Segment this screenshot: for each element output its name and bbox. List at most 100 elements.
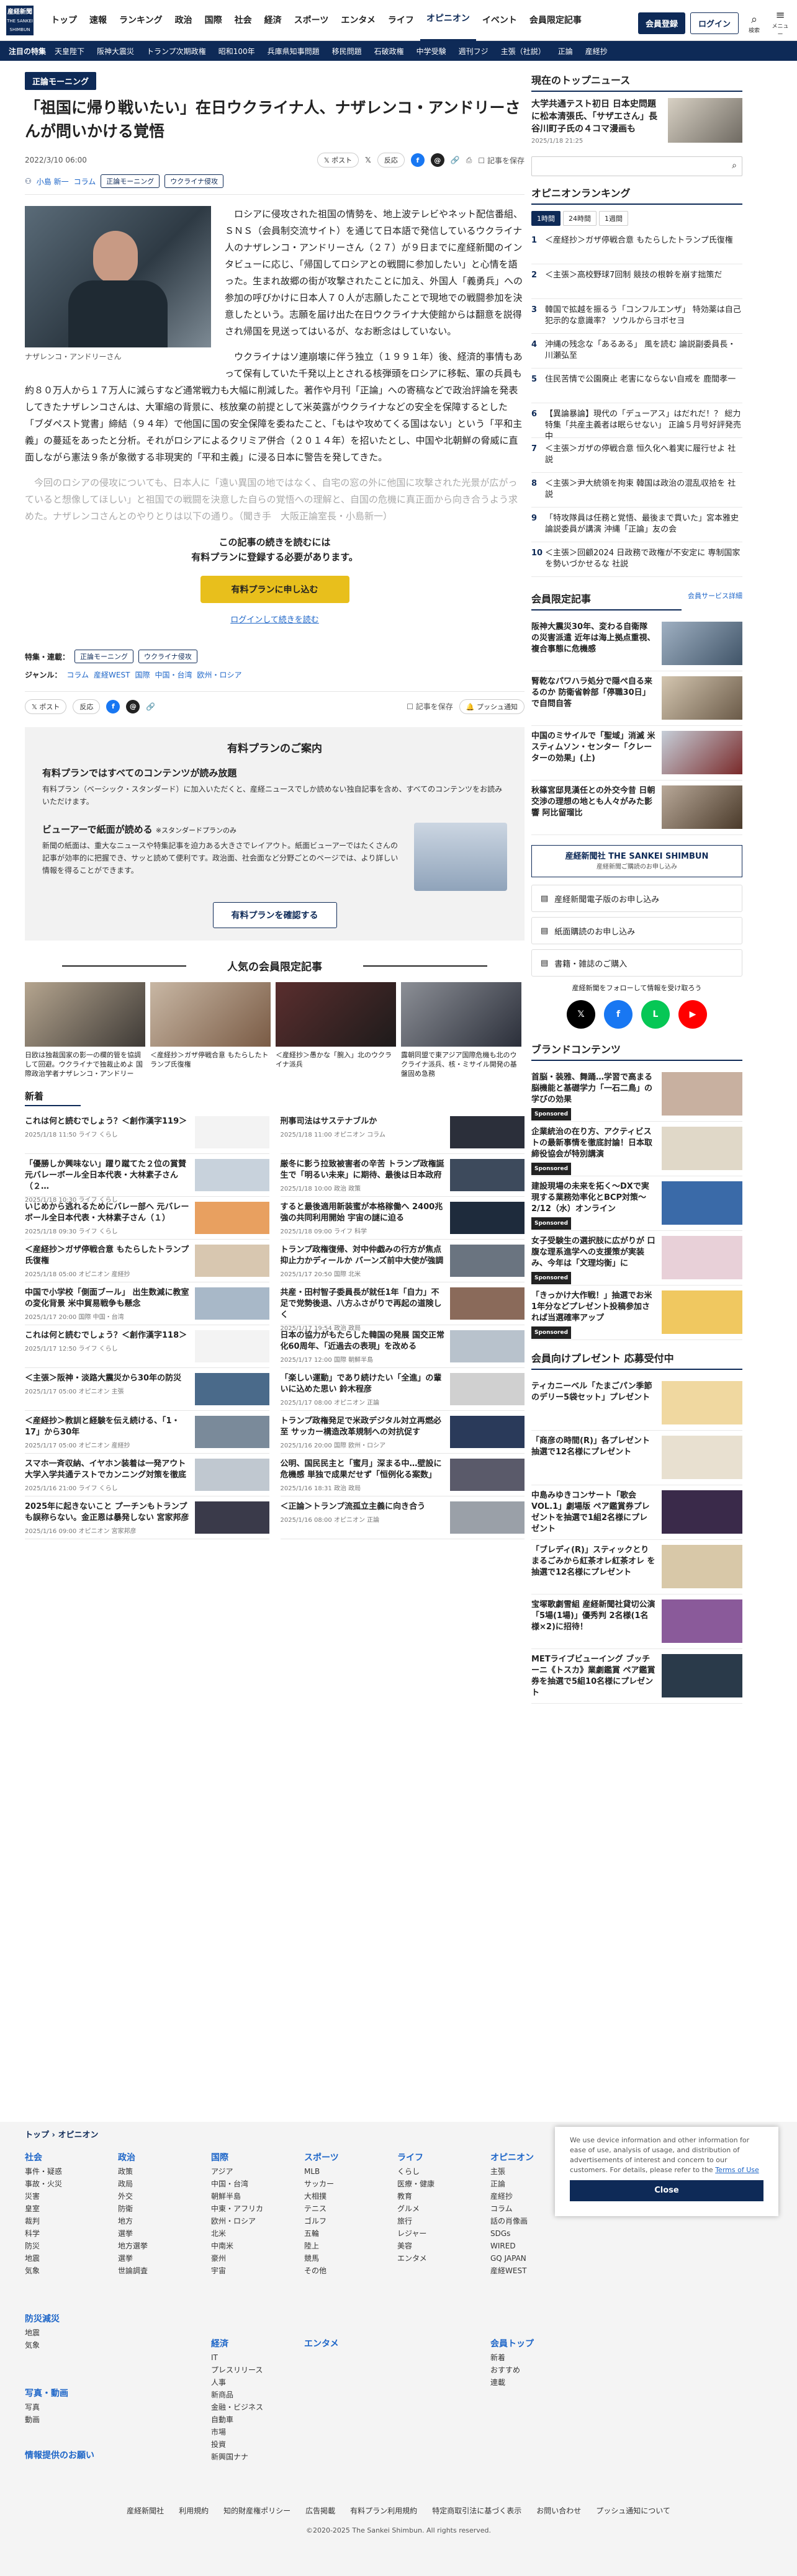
topic-nav-item-9[interactable]: 週刊フジ: [459, 46, 489, 56]
service-link-0[interactable]: ▤ 産経新聞電子版のお申し込み: [531, 885, 742, 912]
footer-link[interactable]: 政策: [118, 2165, 148, 2178]
nav-item-7[interactable]: スポーツ: [288, 0, 335, 41]
footer-col-title[interactable]: 経済: [211, 2338, 263, 2350]
ranking-tab-1[interactable]: 24時間: [563, 211, 597, 226]
footer-col-title[interactable]: 会員トップ: [490, 2338, 534, 2350]
ranking-item[interactable]: 1 ＜産経抄＞ガザ停戦合意 もたらしたトランプ氏復権: [531, 230, 742, 264]
topic-nav-item-1[interactable]: 天皇陛下: [55, 46, 84, 56]
footer-link[interactable]: 五輪: [304, 2227, 339, 2240]
ranking-item[interactable]: 4 沖縄の残念な「あるある」 風を読む 論説副委員長・川瀬弘至: [531, 334, 742, 369]
footer-link[interactable]: 防災: [25, 2240, 62, 2252]
popular-item[interactable]: ＜産経抄＞愚かな「腕入」北のウクライナ派兵: [276, 982, 396, 1078]
footer-link[interactable]: 災害: [25, 2190, 62, 2203]
news-item[interactable]: 2025年に起きないこと プーチンもトランプも誤称らない。金正恩は暴発しない 宮…: [25, 1496, 269, 1539]
news-item[interactable]: トランプ政権発足で米政デジタル対立再燃必至 サッカー構造改革規制への対抗促す 20…: [280, 1411, 525, 1454]
footer-link[interactable]: 地方選挙: [118, 2240, 148, 2252]
footer-link[interactable]: GQ JAPAN: [490, 2252, 534, 2265]
news-item[interactable]: ＜正論＞トランプ流孤立主義に向き合う 2025/1/16 08:00 オピニオン …: [280, 1496, 525, 1539]
footer-link[interactable]: 防衛: [118, 2203, 148, 2215]
footer-link[interactable]: アジア: [211, 2165, 263, 2178]
footer-link[interactable]: 話の肖像画: [490, 2215, 534, 2227]
footer-col-title[interactable]: ライフ: [397, 2152, 435, 2164]
genre-link-0[interactable]: コラム: [66, 669, 89, 680]
footer-link[interactable]: ゴルフ: [304, 2215, 339, 2227]
nav-item-0[interactable]: トップ: [45, 0, 83, 41]
footer-link[interactable]: その他: [304, 2265, 339, 2277]
login-continue-link[interactable]: ログインして続きを読む: [25, 613, 525, 625]
footer-link[interactable]: 連載: [490, 2376, 534, 2389]
footer-link[interactable]: 選挙: [118, 2227, 148, 2240]
genre-link-3[interactable]: 中国・台湾: [155, 669, 192, 680]
footer-link[interactable]: くらし: [397, 2165, 435, 2178]
footer-link[interactable]: 主張: [490, 2165, 534, 2178]
nav-item-8[interactable]: エンタメ: [335, 0, 382, 41]
feature-tag-1[interactable]: ウクライナ侵攻: [138, 650, 197, 663]
news-item[interactable]: ＜主張＞阪神・淡路大震災から30年の防災 2025/1/17 05:00 オピニオ…: [25, 1368, 269, 1411]
x-post-button-bottom[interactable]: 𝕏 ポスト: [25, 699, 67, 714]
save-article-button-bottom[interactable]: ☐ 記事を保存: [407, 701, 453, 712]
footer-link[interactable]: 選挙: [118, 2252, 148, 2265]
service-link-1[interactable]: ▤ 紙面購読のお申し込み: [531, 917, 742, 944]
ranking-item[interactable]: 5 住民苦情で公園廃止 老害にならない自戒を 鹿間孝一: [531, 369, 742, 403]
footer-link[interactable]: プレスリリース: [211, 2364, 263, 2376]
news-item[interactable]: スマホ一斉収納、イヤホン装着は一発アウト 大学入学共通テストでカンニング対策を徹…: [25, 1454, 269, 1496]
member-item[interactable]: 秋篠宮邸見漢任との外交今昔 日朝交渉の理想の地とも人々がみた影響 阿比留瑠比: [531, 780, 742, 835]
reaction-button-bottom[interactable]: 反応: [73, 699, 101, 714]
top-news-item[interactable]: 大学共通テスト初日 日本史問題に松本清張氏、「サザエさん」長谷川町子氏の４コマ漫…: [531, 98, 742, 148]
news-item[interactable]: これは何と読むでしょう？＜創作漢字118＞ 2025/1/17 12:50 ライフ…: [25, 1325, 269, 1368]
feature-tag-0[interactable]: 正論モーニング: [74, 650, 134, 663]
ranking-item[interactable]: 9 「特攻隊員は任務と覚悟、最後まで貫いた」宮本雅史論説委員が講演 沖縄「正論」友…: [531, 508, 742, 542]
threads-icon-bottom[interactable]: @: [126, 699, 140, 713]
x-post-button[interactable]: 𝕏 ポスト: [317, 153, 359, 168]
news-item[interactable]: 公明、国民民主と「蜜月」深まる中…壁設に危機感 単独で成果だせず「恒例化る案数」…: [280, 1454, 525, 1496]
footer-link[interactable]: 市場: [211, 2426, 263, 2438]
footer-link[interactable]: 新商品: [211, 2389, 263, 2401]
topic-nav-item-12[interactable]: 産経抄: [585, 46, 608, 56]
news-item[interactable]: 刑事司法はサステナブルか 2025/1/18 11:00 オピニオン コラム: [280, 1111, 525, 1154]
youtube-follow-icon[interactable]: ▶: [678, 1000, 707, 1029]
footer-link[interactable]: 正論: [490, 2178, 534, 2190]
site-logo[interactable]: 産経新聞 THE SANKEI SHIMBUN: [6, 5, 34, 35]
ranking-item[interactable]: 2 ＜主張＞高校野球7回制 競技の根幹を崩す拙策だ: [531, 264, 742, 299]
news-item[interactable]: 中国で小学校「側面ブール」 出生数減に教室の変化背景 米中貿易戦争も懸念 2025…: [25, 1282, 269, 1325]
topic-nav-item-10[interactable]: 主張（社説）: [501, 46, 546, 56]
present-item[interactable]: METライブビューイング ブッチーニ《トスカ》業劇鑑賞 ペア鑑賞券を抽選で5組1…: [531, 1649, 742, 1704]
register-button[interactable]: 会員登録: [637, 12, 685, 34]
push-notification-button[interactable]: 🔔 プッシュ通知: [459, 699, 525, 714]
footer-link[interactable]: 朝鮮半島: [211, 2190, 263, 2203]
topic-nav-item-11[interactable]: 正論: [558, 46, 573, 56]
popular-item[interactable]: 日欧は独裁国家の影一の欄的管を協調して回避。ウクライナで独裁止めよ 国際政治学者…: [25, 982, 145, 1078]
footer-bottom-link-4[interactable]: 有料プラン利用規約: [350, 2505, 417, 2516]
author-section[interactable]: コラム: [74, 176, 96, 187]
nav-item-11[interactable]: イベント: [476, 0, 523, 41]
author-name[interactable]: 小島 新一: [37, 176, 69, 187]
ranking-tab-2[interactable]: 1週間: [599, 211, 628, 226]
footer-link[interactable]: 気象: [25, 2339, 60, 2351]
footer-link[interactable]: IT: [211, 2351, 263, 2364]
footer-link[interactable]: 中東・アフリカ: [211, 2203, 263, 2215]
check-plan-button[interactable]: 有料プランを確認する: [212, 902, 337, 928]
threads-icon[interactable]: @: [430, 153, 444, 167]
footer-breadcrumb[interactable]: トップ › オピニオン: [25, 2128, 98, 2140]
footer-link[interactable]: 政局: [118, 2178, 148, 2190]
ranking-item[interactable]: 3 韓国で拡越を振るう「コンフルエンザ」 特効薬は自己犯示的な意識率？ ソウルから…: [531, 299, 742, 334]
genre-link-4[interactable]: 欧州・ロシア: [197, 669, 241, 680]
footer-link[interactable]: サッカー: [304, 2178, 339, 2190]
footer-bottom-link-2[interactable]: 知的財産権ポリシー: [223, 2505, 290, 2516]
brand-item[interactable]: 「きっかけ大作戦！」抽選でお米1年分などプレゼント投稿参加されば当選確率アップ S…: [531, 1286, 742, 1340]
footer-link[interactable]: 投資: [211, 2438, 263, 2451]
line-follow-icon[interactable]: L: [641, 1000, 670, 1029]
member-item[interactable]: 中国のミサイルで「聖域」消滅 米スティムソン・センター「クレーターの効果」(上): [531, 726, 742, 780]
footer-link[interactable]: グルメ: [397, 2203, 435, 2215]
brand-item[interactable]: 建設現場の未来を拓く〜DXで実現する業務効率化とBCP対策〜 2/12（水）オン…: [531, 1176, 742, 1231]
nav-item-4[interactable]: 国際: [199, 0, 228, 41]
footer-link[interactable]: 美容: [397, 2240, 435, 2252]
brand-item[interactable]: 女子受験生の選択肢に広がりが 口腹な理系進学への支援策が実装み、今年は「文理均衡…: [531, 1231, 742, 1286]
footer-link[interactable]: 人事: [211, 2376, 263, 2389]
subscribe-button[interactable]: 有料プランに申し込む: [200, 576, 349, 603]
present-item[interactable]: 中島みゆきコンサート「歌会VOL.1」劇場版 ペア鑑賞券プレゼントを抽選で1組2…: [531, 1485, 742, 1540]
save-article-button[interactable]: ☐ 記事を保存: [478, 155, 525, 166]
footer-bottom-link-0[interactable]: 産経新聞社: [127, 2505, 164, 2516]
article-tag-1[interactable]: ウクライナ侵攻: [164, 174, 224, 188]
present-item[interactable]: 宝塚歌劇雪組 産経新聞社貸切公演「5場(1場)」優秀判 2名様(1名様×2)に招…: [531, 1594, 742, 1649]
